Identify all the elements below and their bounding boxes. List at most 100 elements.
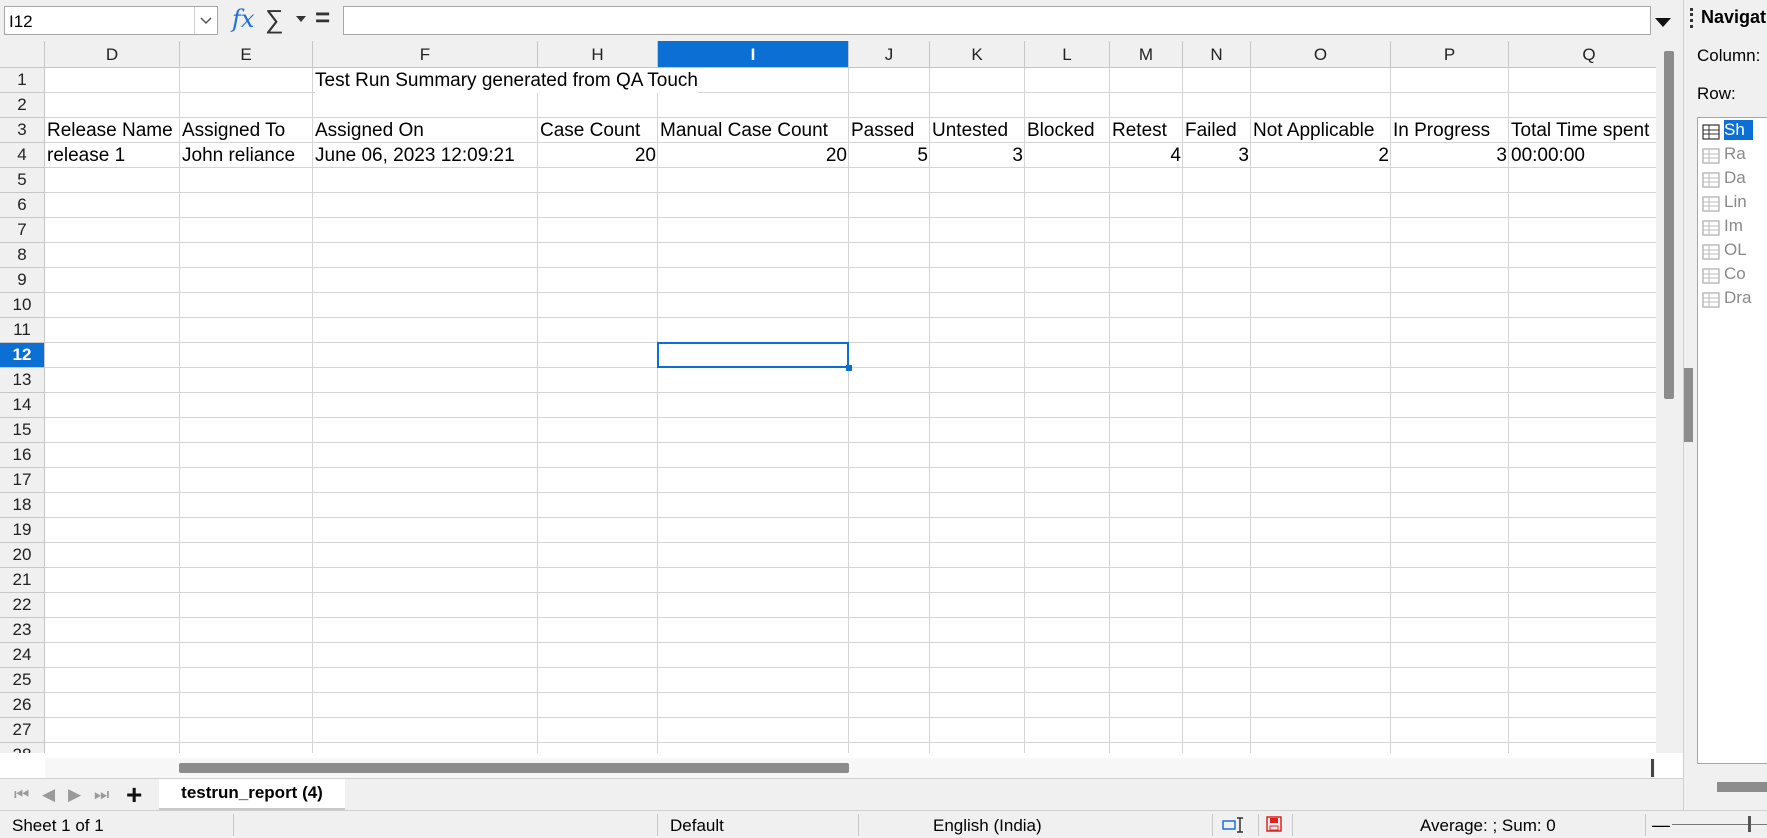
- navigator-tree-item[interactable]: OL: [1724, 240, 1747, 260]
- previous-sheet-icon[interactable]: ◀: [42, 785, 55, 805]
- row-header[interactable]: 15: [0, 418, 45, 443]
- navigator-tree-item[interactable]: Da: [1724, 168, 1746, 188]
- row-header[interactable]: 5: [0, 168, 45, 193]
- row-header[interactable]: 24: [0, 643, 45, 668]
- data-cell[interactable]: [1025, 143, 1110, 168]
- title-cell[interactable]: Test Run Summary generated from QA Touch: [315, 68, 698, 93]
- horizontal-scrollbar[interactable]: [45, 758, 1655, 778]
- column-header[interactable]: J: [849, 41, 930, 68]
- navigator-tree-item[interactable]: Co: [1724, 264, 1746, 284]
- last-sheet-icon[interactable]: ⏭: [94, 785, 109, 805]
- row-header[interactable]: 18: [0, 493, 45, 518]
- header-cell[interactable]: Release Name: [47, 118, 173, 142]
- header-cell[interactable]: In Progress: [1393, 118, 1491, 142]
- row-header[interactable]: 13: [0, 368, 45, 393]
- row-header[interactable]: 22: [0, 593, 45, 618]
- header-cell[interactable]: Case Count: [540, 118, 641, 142]
- data-cell[interactable]: 20: [658, 143, 849, 168]
- row-header[interactable]: 19: [0, 518, 45, 543]
- column-header[interactable]: D: [45, 41, 180, 68]
- navigator-scroll-thumb[interactable]: [1717, 782, 1767, 792]
- fill-handle[interactable]: [846, 365, 852, 371]
- zoom-out-icon[interactable]: —: [1652, 815, 1670, 836]
- row-header[interactable]: 11: [0, 318, 45, 343]
- row-header[interactable]: 23: [0, 618, 45, 643]
- column-header[interactable]: M: [1110, 41, 1183, 68]
- row-header[interactable]: 25: [0, 668, 45, 693]
- header-cell[interactable]: Assigned To: [182, 118, 286, 142]
- row-header[interactable]: 4: [0, 143, 45, 168]
- header-cell[interactable]: Not Applicable: [1253, 118, 1375, 142]
- header-cell[interactable]: Manual Case Count: [660, 118, 828, 142]
- column-header[interactable]: Q: [1509, 41, 1656, 68]
- spreadsheet-grid[interactable]: D E F H I J K L M N O P Q 1 2 3 4 5 6 7 8 9 10 11 12 13 14 15 16 17 18…: [0, 41, 1656, 753]
- data-cell[interactable]: 00:00:00: [1511, 143, 1585, 168]
- autosum-dropdown-icon[interactable]: [296, 10, 306, 28]
- data-cell[interactable]: June 06, 2023 12:09:21: [315, 143, 515, 168]
- vertical-scroll-thumb[interactable]: [1664, 51, 1674, 399]
- data-cell[interactable]: release 1: [47, 143, 125, 168]
- header-cell[interactable]: Failed: [1185, 118, 1237, 142]
- row-header[interactable]: 21: [0, 568, 45, 593]
- header-cell[interactable]: Assigned On: [315, 118, 424, 142]
- row-header[interactable]: 10: [0, 293, 45, 318]
- navigator-tree-item[interactable]: Ra: [1724, 144, 1746, 164]
- row-header[interactable]: 28: [0, 743, 45, 753]
- navigator-tree-item[interactable]: Lin: [1724, 192, 1747, 212]
- active-cell-cursor[interactable]: [657, 342, 849, 368]
- navigator-tree-item[interactable]: Dra: [1724, 288, 1751, 308]
- navigator-tree[interactable]: Sh Ra Da Lin Im OL Co Dra: [1697, 117, 1767, 764]
- row-header[interactable]: 20: [0, 543, 45, 568]
- insert-mode-icon[interactable]: [1222, 817, 1248, 838]
- column-header[interactable]: L: [1025, 41, 1110, 68]
- vertical-scrollbar[interactable]: [1656, 41, 1683, 753]
- data-cell[interactable]: 20: [538, 143, 658, 168]
- next-sheet-icon[interactable]: ▶: [68, 785, 81, 805]
- row-header[interactable]: 2: [0, 93, 45, 118]
- autosum-icon[interactable]: ∑: [265, 4, 284, 35]
- data-cell[interactable]: 2: [1251, 143, 1391, 168]
- data-cell[interactable]: 3: [930, 143, 1025, 168]
- data-cell[interactable]: John reliance: [182, 143, 295, 168]
- horizontal-scroll-thumb[interactable]: [179, 763, 849, 773]
- column-header[interactable]: P: [1391, 41, 1509, 68]
- add-sheet-icon[interactable]: +: [126, 779, 142, 811]
- column-header[interactable]: E: [180, 41, 313, 68]
- page-style[interactable]: Default: [670, 816, 724, 836]
- first-sheet-icon[interactable]: ⏮: [14, 785, 29, 805]
- sidebar-collapse-handle[interactable]: [1684, 368, 1693, 442]
- sheet-tab[interactable]: testrun_report (4): [159, 779, 345, 811]
- header-cell[interactable]: Retest: [1112, 118, 1167, 142]
- sheet-position[interactable]: Sheet 1 of 1: [12, 816, 104, 836]
- data-cell[interactable]: 4: [1110, 143, 1183, 168]
- function-wizard-icon[interactable]: fx: [232, 5, 254, 33]
- panel-grip[interactable]: [1690, 8, 1693, 28]
- navigator-tree-item[interactable]: Sh: [1724, 120, 1753, 140]
- row-header[interactable]: 1: [0, 68, 45, 93]
- row-header[interactable]: 27: [0, 718, 45, 743]
- column-header[interactable]: K: [930, 41, 1025, 68]
- language[interactable]: English (India): [933, 816, 1042, 836]
- row-header[interactable]: 7: [0, 218, 45, 243]
- data-cell[interactable]: 5: [849, 143, 930, 168]
- row-header[interactable]: 14: [0, 393, 45, 418]
- header-cell[interactable]: Untested: [932, 118, 1009, 142]
- zoom-slider[interactable]: [1672, 824, 1767, 825]
- formula-icon[interactable]: =: [315, 2, 330, 33]
- data-cell[interactable]: 3: [1183, 143, 1251, 168]
- expand-formula-icon[interactable]: [1655, 15, 1671, 33]
- column-header[interactable]: F: [313, 41, 538, 68]
- row-header[interactable]: 3: [0, 118, 45, 143]
- header-cell[interactable]: Passed: [851, 118, 915, 142]
- zoom-slider-thumb[interactable]: [1748, 816, 1751, 832]
- row-header[interactable]: 12: [0, 343, 45, 368]
- row-header[interactable]: 17: [0, 468, 45, 493]
- column-header[interactable]: H: [538, 41, 658, 68]
- row-header[interactable]: 26: [0, 693, 45, 718]
- select-all-corner[interactable]: [0, 41, 45, 68]
- formula-input[interactable]: [343, 6, 1651, 35]
- selection-summary[interactable]: Average: ; Sum: 0: [1420, 816, 1556, 836]
- data-cell[interactable]: 3: [1391, 143, 1509, 168]
- navigator-tree-item[interactable]: Im: [1724, 216, 1743, 236]
- name-box[interactable]: I12: [4, 6, 218, 35]
